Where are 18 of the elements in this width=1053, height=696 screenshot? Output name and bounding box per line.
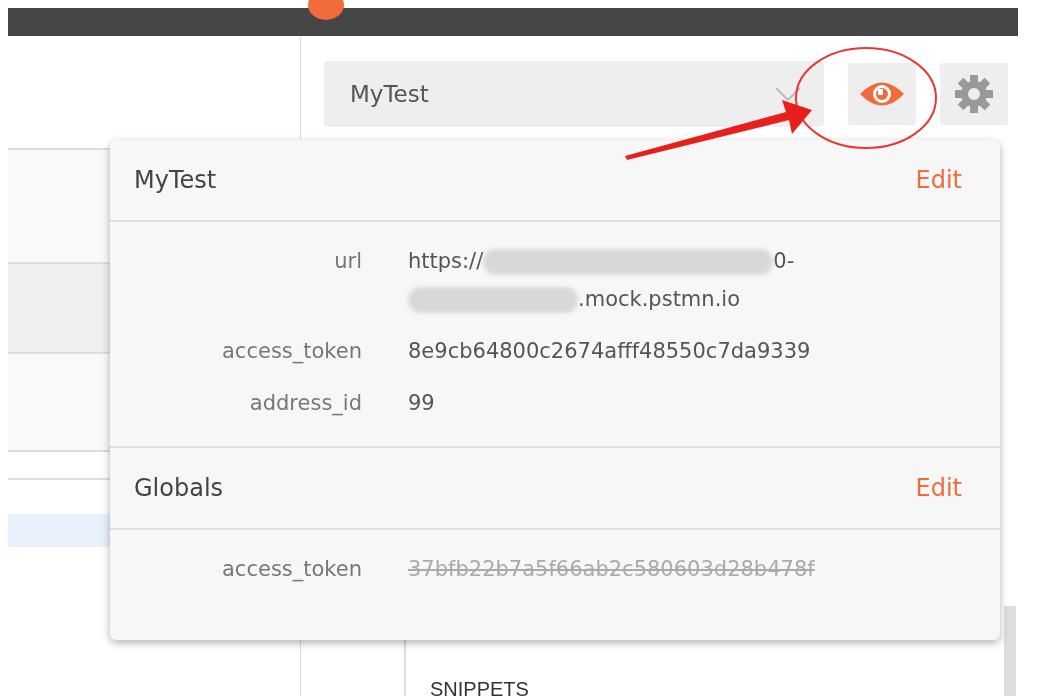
variable-key: address_id [110, 384, 362, 422]
variable-value: 8e9cb64800c2674afff48550c7da9339 [408, 338, 812, 365]
variable-value: 99 [408, 390, 436, 417]
environment-dropdown[interactable]: MyTest [324, 61, 824, 127]
variable-value: 37bfb22b7a5f66ab2c580603d28b478f [408, 556, 816, 583]
variable-value: https:// 0- .mock.pstmn.io [408, 248, 796, 315]
section-title: Globals [134, 474, 224, 502]
variable-key: access_token [110, 550, 362, 588]
settings-icon [954, 74, 994, 114]
section-heading: SNIPPETS [430, 678, 529, 696]
variable-key: url [110, 242, 362, 280]
edit-link[interactable]: Edit [915, 474, 962, 502]
variable-key: access_token [110, 332, 362, 370]
section-title: MyTest [134, 166, 217, 194]
chevron-down-icon [774, 86, 802, 102]
settings-button[interactable] [940, 63, 1008, 125]
eye-button[interactable] [848, 63, 916, 125]
edit-link[interactable]: Edit [915, 166, 962, 194]
